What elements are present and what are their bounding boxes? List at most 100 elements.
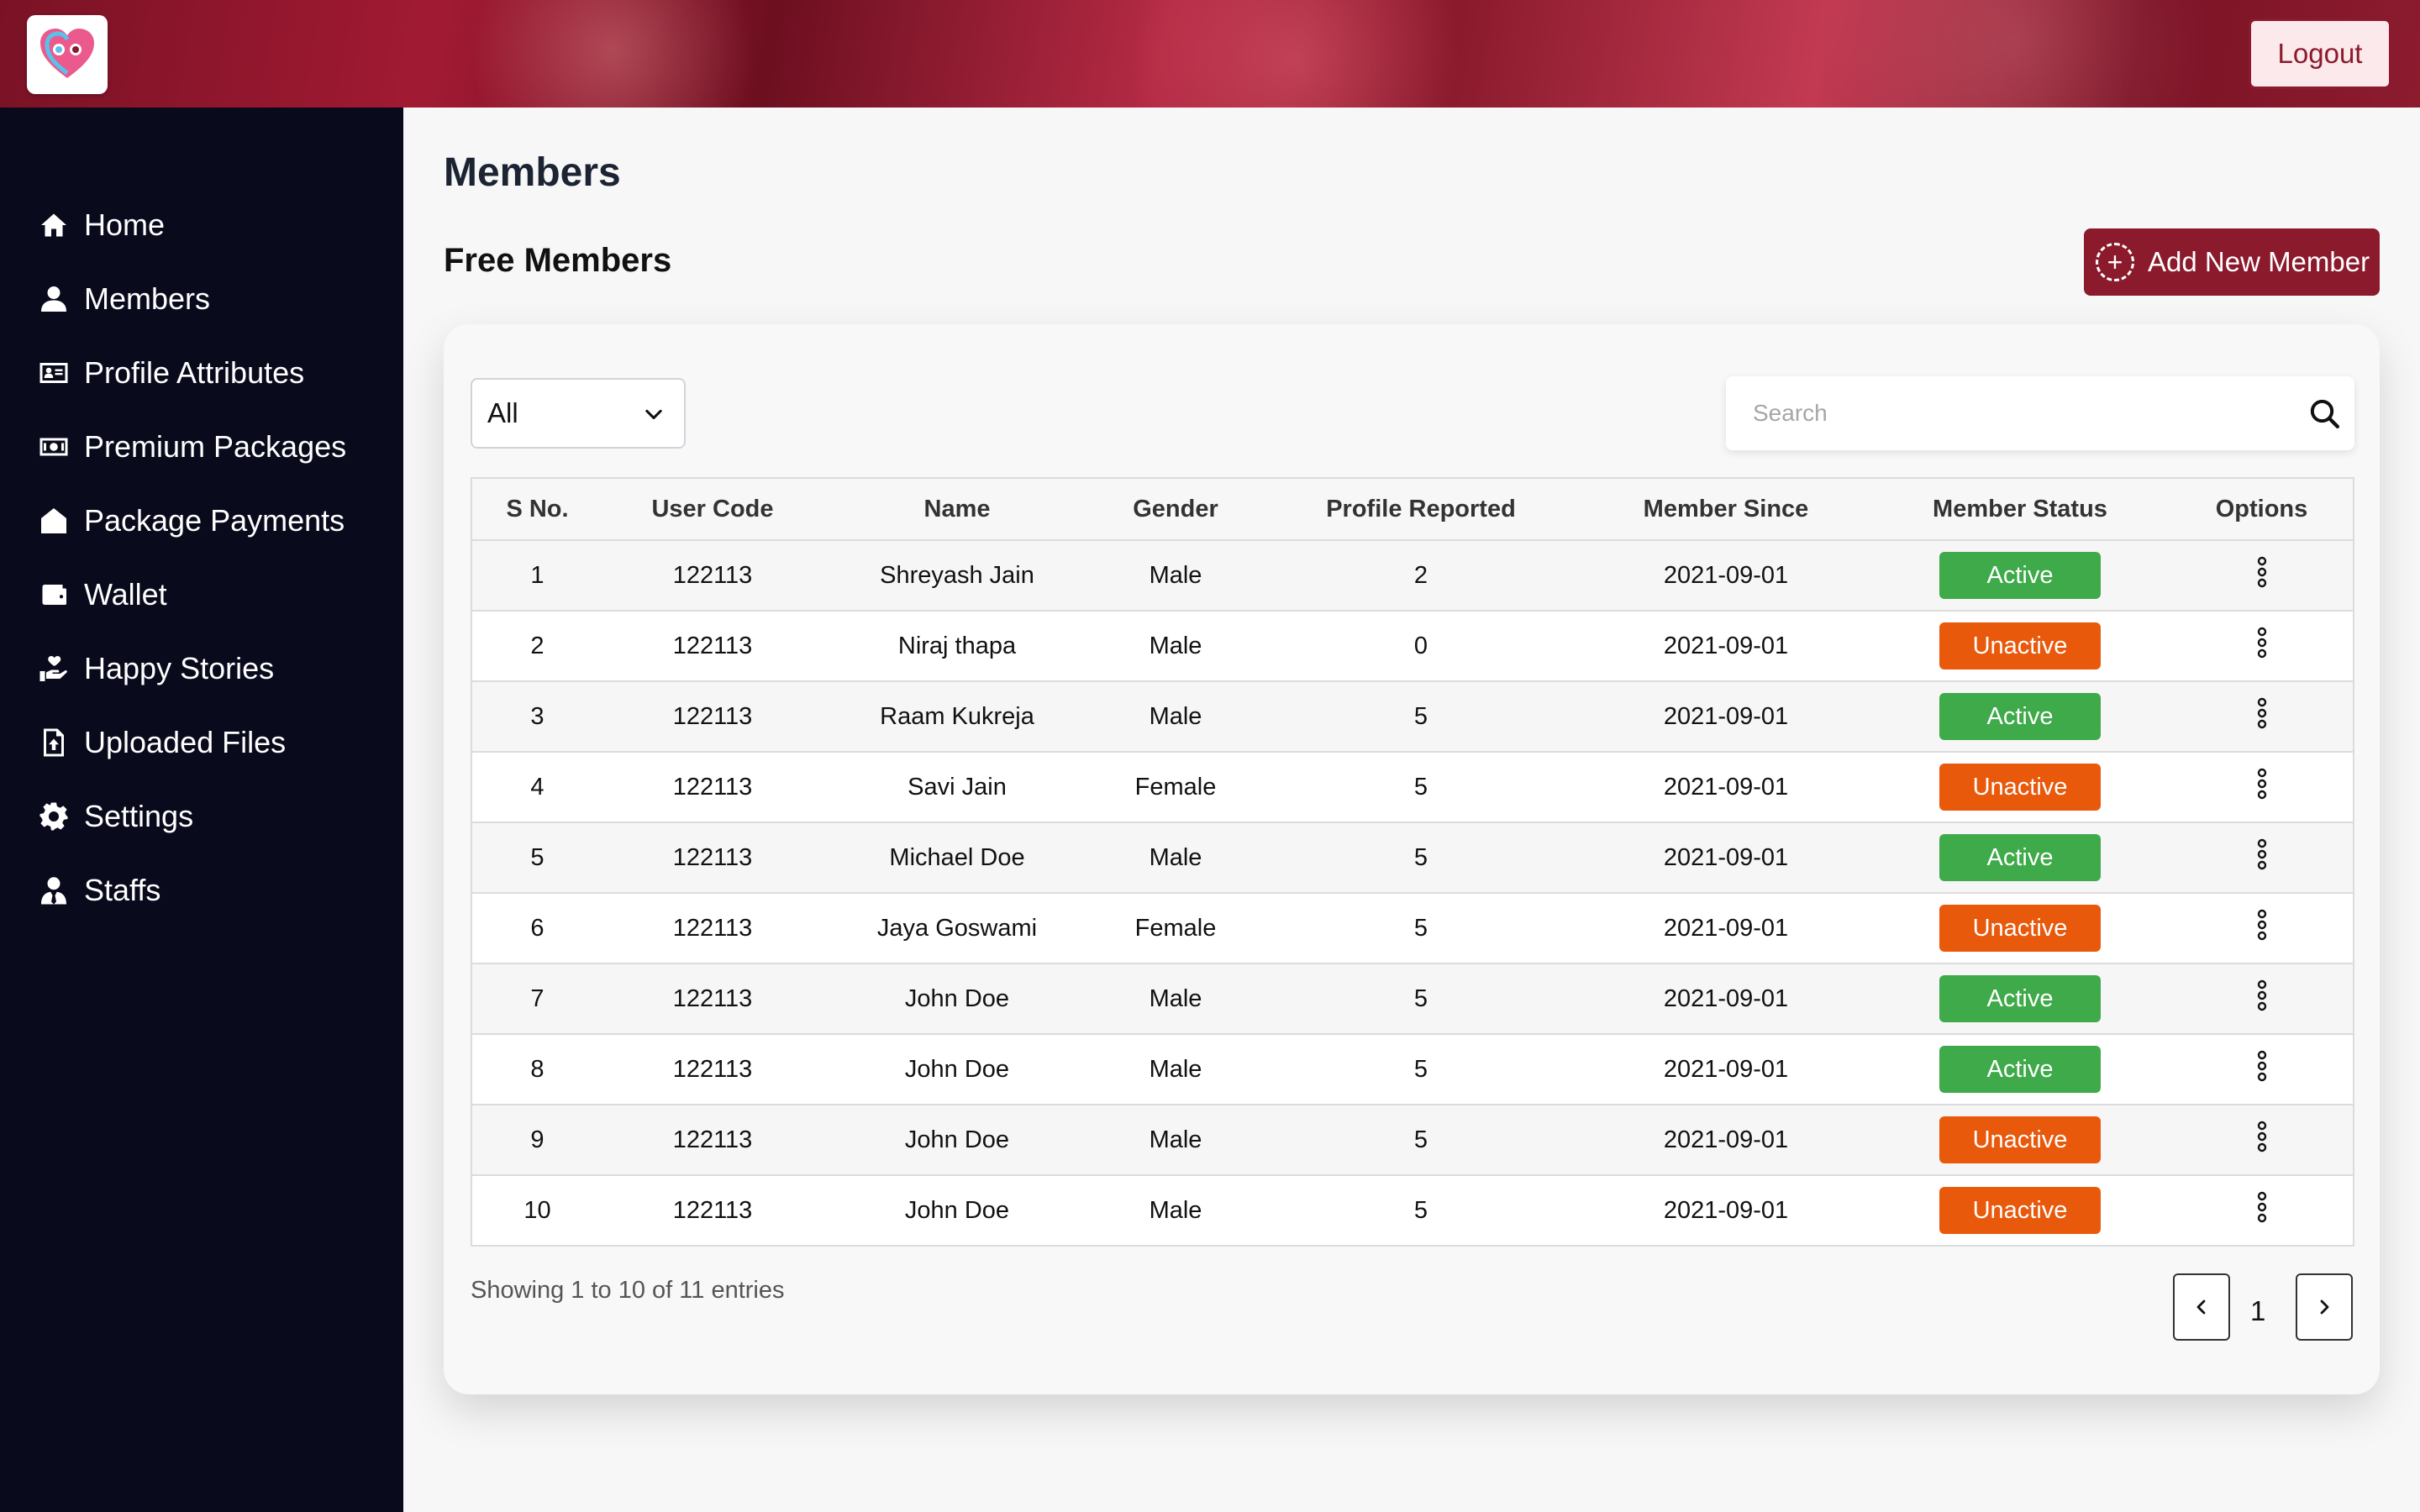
table-row: 2 122113 Niraj thapa Male 0 2021-09-01 Unactiv…: [471, 610, 2354, 682]
sidebar-item-happy-stories[interactable]: Happy Stories: [39, 643, 274, 694]
column-header[interactable]: User Code: [602, 477, 823, 541]
header-background-art: [437, 0, 790, 108]
more-options-icon[interactable]: [2255, 555, 2269, 589]
home-icon: [41, 213, 66, 237]
table-row: 9 122113 John Doe Male 5 2021-09-01 Unactive: [471, 1104, 2354, 1176]
logout-button[interactable]: Logout: [2249, 18, 2391, 89]
status-badge[interactable]: Active: [1939, 693, 2101, 740]
options-cell: [2170, 751, 2354, 823]
file-upload-icon: [44, 728, 64, 757]
more-options-icon[interactable]: [2255, 979, 2269, 1012]
add-new-member-button[interactable]: + Add New Member: [2084, 228, 2380, 296]
user-code-cell: 122113: [602, 1104, 823, 1176]
more-options-icon[interactable]: [2255, 1120, 2269, 1153]
more-options-icon[interactable]: [2255, 1049, 2269, 1083]
column-header[interactable]: Profile Reported: [1260, 477, 1582, 541]
gender-cell: Female: [1092, 751, 1260, 823]
status-badge[interactable]: Unactive: [1939, 622, 2101, 669]
member-status-cell: Unactive: [1870, 1104, 2170, 1176]
status-badge[interactable]: Active: [1939, 1046, 2101, 1093]
table-row: 4 122113 Savi Jain Female 5 2021-09-01 Unactiv…: [471, 751, 2354, 823]
member-since-cell: 2021-09-01: [1582, 751, 1870, 823]
sidebar-item-label: Happy Stories: [84, 651, 275, 685]
sidebar-item-settings[interactable]: Settings: [39, 791, 193, 842]
column-header[interactable]: Name: [823, 477, 1092, 541]
sidebar-item-label: Profile Attributes: [84, 355, 305, 390]
header-background-art: [1076, 0, 1512, 108]
status-badge[interactable]: Unactive: [1939, 1187, 2101, 1234]
app-logo[interactable]: [27, 15, 108, 94]
more-options-icon[interactable]: [2255, 837, 2269, 871]
status-badge[interactable]: Active: [1939, 975, 2101, 1022]
serial-number-cell: 2: [471, 610, 602, 682]
column-header[interactable]: Gender: [1092, 477, 1260, 541]
options-cell: [2170, 963, 2354, 1035]
profile-reported-cell: 5: [1260, 1033, 1582, 1105]
status-badge[interactable]: Active: [1939, 834, 2101, 881]
profile-reported-cell: 2: [1260, 539, 1582, 612]
more-options-icon[interactable]: [2255, 1190, 2269, 1224]
member-status-cell: Unactive: [1870, 892, 2170, 964]
status-badge[interactable]: Unactive: [1939, 764, 2101, 811]
filter-selected-value: All: [487, 397, 518, 428]
sidebar-item-label: Package Payments: [84, 503, 345, 538]
user-code-cell: 122113: [602, 680, 823, 753]
options-cell: [2170, 1104, 2354, 1176]
chevron-down-icon: [645, 409, 662, 420]
sidebar-item-label: Uploaded Files: [84, 725, 287, 759]
more-options-icon[interactable]: [2255, 908, 2269, 942]
gender-cell: Male: [1092, 1033, 1260, 1105]
serial-number-cell: 3: [471, 680, 602, 753]
sidebar-item-uploaded-files[interactable]: Uploaded Files: [39, 717, 286, 768]
sidebar-item-premium-packages[interactable]: Premium Packages: [39, 422, 346, 472]
table-body: 1 122113 Shreyash Jain Male 2 2021-09-01 Activ…: [471, 539, 2354, 1247]
id-card-icon: [39, 363, 68, 383]
profile-reported-cell: 5: [1260, 822, 1582, 894]
sidebar: Home Members Profile Attributes Premium …: [0, 108, 403, 1512]
more-options-icon[interactable]: [2255, 626, 2269, 659]
table-header-row: S No. User Code Name Gender Profile Repo…: [471, 477, 2354, 541]
sidebar-item-members[interactable]: Members: [39, 274, 210, 324]
table-row: 3 122113 Raam Kukreja Male 5 2021-09-01 Active: [471, 680, 2354, 753]
prev-page-button[interactable]: [2173, 1273, 2230, 1341]
plus-circle-icon: +: [2096, 243, 2134, 281]
column-header[interactable]: Member Status: [1870, 477, 2170, 541]
sidebar-item-package-payments[interactable]: Package Payments: [39, 496, 345, 546]
options-cell: [2170, 539, 2354, 612]
current-page-number[interactable]: 1: [2250, 1295, 2265, 1327]
sidebar-item-wallet[interactable]: Wallet: [39, 570, 167, 620]
search-input[interactable]: [1753, 395, 2274, 432]
sidebar-item-label: Premium Packages: [84, 429, 347, 464]
profile-reported-cell: 5: [1260, 1104, 1582, 1176]
serial-number-cell: 6: [471, 892, 602, 964]
member-filter-select[interactable]: All: [471, 378, 686, 449]
sidebar-item-home[interactable]: Home: [39, 200, 165, 250]
member-name-cell: John Doe: [823, 1174, 1092, 1247]
shop-icon: [41, 508, 66, 533]
gender-cell: Male: [1092, 680, 1260, 753]
member-status-cell: Unactive: [1870, 1174, 2170, 1247]
more-options-icon[interactable]: [2255, 696, 2269, 730]
sidebar-item-label: Members: [84, 281, 211, 316]
next-page-button[interactable]: [2296, 1273, 2353, 1341]
column-header[interactable]: S No.: [471, 477, 602, 541]
search-icon[interactable]: [2307, 396, 2341, 430]
options-cell: [2170, 1033, 2354, 1105]
gender-cell: Female: [1092, 892, 1260, 964]
more-options-icon[interactable]: [2255, 767, 2269, 801]
gender-cell: Male: [1092, 963, 1260, 1035]
member-name-cell: John Doe: [823, 1104, 1092, 1176]
gender-cell: Male: [1092, 1174, 1260, 1247]
status-badge[interactable]: Unactive: [1939, 1116, 2101, 1163]
status-badge[interactable]: Active: [1939, 552, 2101, 599]
table-row: 10 122113 John Doe Male 5 2021-09-01 Unactive: [471, 1174, 2354, 1247]
serial-number-cell: 7: [471, 963, 602, 1035]
sidebar-item-profile-attributes[interactable]: Profile Attributes: [39, 348, 304, 398]
member-since-cell: 2021-09-01: [1582, 963, 1870, 1035]
member-since-cell: 2021-09-01: [1582, 610, 1870, 682]
column-header[interactable]: Member Since: [1582, 477, 1870, 541]
status-badge[interactable]: Unactive: [1939, 905, 2101, 952]
members-table: S No. User Code Name Gender Profile Repo…: [471, 477, 2354, 1247]
user-code-cell: 122113: [602, 1174, 823, 1247]
sidebar-item-staffs[interactable]: Staffs: [39, 865, 160, 916]
